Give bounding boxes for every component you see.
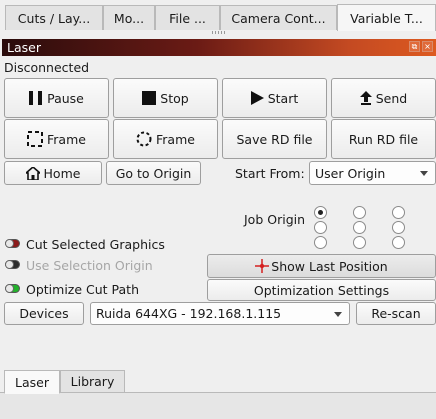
go-to-origin-label: Go to Origin	[115, 165, 192, 181]
run-rd-label: Run RD file	[348, 131, 419, 147]
origin-radio-top-left[interactable]	[314, 206, 327, 219]
tab-cuts-layers[interactable]: Cuts / Lay...	[5, 5, 103, 30]
pause-icon	[29, 91, 43, 105]
start-from-value: User Origin	[315, 165, 386, 181]
tab-move[interactable]: Mo...	[103, 5, 155, 30]
optimize-cut-path-label: Optimize Cut Path	[26, 282, 140, 297]
frame-circle-icon	[136, 131, 152, 147]
cut-selected-label: Cut Selected Graphics	[26, 237, 165, 252]
frame-rect-label: Frame	[47, 131, 86, 147]
tab-laser[interactable]: Laser	[4, 370, 60, 394]
send-button[interactable]: Send	[331, 78, 436, 118]
chevron-down-icon	[334, 311, 342, 317]
origin-radio-middle-left[interactable]	[314, 221, 327, 234]
save-rd-file-button[interactable]: Save RD file	[222, 119, 327, 159]
tab-file[interactable]: File ...	[155, 5, 220, 30]
save-rd-label: Save RD file	[236, 131, 313, 147]
device-select[interactable]: Ruida 644XG - 192.168.1.115	[90, 302, 350, 325]
device-value: Ruida 644XG - 192.168.1.115	[96, 306, 282, 321]
origin-radio-middle-center[interactable]	[353, 221, 366, 234]
float-icon[interactable]: ⧉	[409, 41, 420, 52]
tab-camera-control[interactable]: Camera Cont...	[220, 5, 337, 30]
frame-rect-button[interactable]: Frame	[4, 119, 109, 159]
close-icon[interactable]: ×	[422, 41, 433, 52]
rescan-button[interactable]: Re-scan	[356, 302, 436, 325]
stop-label: Stop	[160, 90, 189, 106]
crosshair-icon	[255, 259, 270, 273]
origin-radio-top-center[interactable]	[353, 206, 366, 219]
job-origin-label: Job Origin	[244, 212, 306, 227]
rescan-label: Re-scan	[371, 306, 421, 321]
splitter-grip[interactable]	[212, 31, 226, 34]
tab-variable-text[interactable]: Variable T...	[337, 4, 436, 31]
start-from-select[interactable]: User Origin	[309, 161, 436, 185]
origin-radio-top-right[interactable]	[392, 206, 405, 219]
connection-status: Disconnected	[4, 60, 90, 75]
start-label: Start	[267, 90, 299, 106]
show-last-position-button[interactable]: Show Last Position	[207, 254, 436, 278]
frame-rect-icon	[27, 131, 44, 147]
stop-icon	[142, 91, 157, 105]
optimization-settings-button[interactable]: Optimization Settings	[207, 279, 436, 301]
home-label: Home	[43, 165, 81, 181]
cut-selected-toggle[interactable]	[5, 239, 20, 248]
go-to-origin-button[interactable]: Go to Origin	[106, 161, 201, 185]
optimize-cut-path-toggle[interactable]	[5, 284, 20, 293]
use-selection-origin-toggle[interactable]	[5, 260, 20, 269]
home-button[interactable]: Home	[4, 161, 102, 185]
home-icon	[25, 166, 40, 180]
start-from-label: Start From:	[235, 166, 305, 181]
show-last-position-label: Show Last Position	[271, 258, 388, 274]
use-selection-origin-label: Use Selection Origin	[26, 258, 153, 273]
chevron-down-icon	[420, 171, 428, 176]
bottom-tab-strip	[0, 392, 436, 419]
pause-button[interactable]: Pause	[4, 78, 109, 118]
optimization-settings-label: Optimization Settings	[253, 282, 390, 298]
devices-label: Devices	[19, 306, 69, 321]
play-icon	[250, 91, 264, 105]
origin-radio-bottom-left[interactable]	[314, 236, 327, 249]
pause-label: Pause	[47, 90, 84, 106]
upload-arrow-icon	[359, 91, 372, 105]
frame-circle-label: Frame	[156, 131, 195, 147]
send-label: Send	[375, 90, 408, 106]
start-button[interactable]: Start	[222, 78, 327, 118]
run-rd-file-button[interactable]: Run RD file	[331, 119, 436, 159]
devices-button[interactable]: Devices	[4, 302, 84, 325]
origin-radio-bottom-right[interactable]	[392, 236, 405, 249]
panel-title: Laser	[7, 40, 41, 55]
tab-library[interactable]: Library	[60, 370, 125, 393]
origin-radio-middle-right[interactable]	[392, 221, 405, 234]
laser-panel-titlebar: Laser ⧉ ×	[2, 39, 436, 56]
frame-circle-button[interactable]: Frame	[113, 119, 218, 159]
stop-button[interactable]: Stop	[113, 78, 218, 118]
origin-radio-bottom-center[interactable]	[353, 236, 366, 249]
